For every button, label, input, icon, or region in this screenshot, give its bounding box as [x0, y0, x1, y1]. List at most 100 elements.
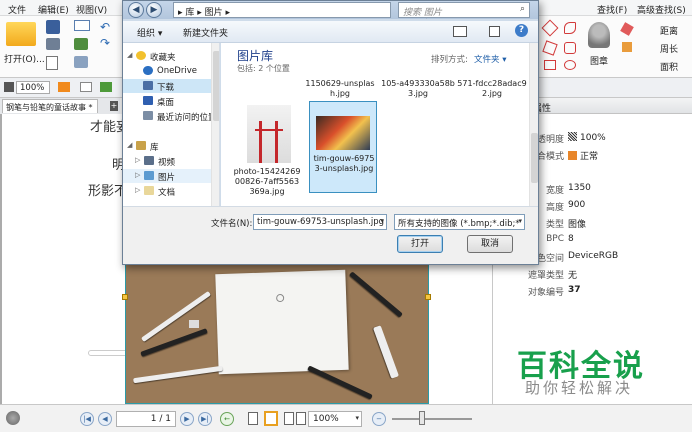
prop-value-colorspace: DeviceRGB — [568, 251, 619, 261]
help-icon[interactable]: ? — [515, 24, 528, 37]
nav-documents[interactable]: ▷ 文档 — [123, 184, 219, 198]
nav-videos[interactable]: ▷ 视频 — [123, 154, 219, 168]
next-page-icon[interactable]: ▶ — [180, 412, 194, 426]
advanced-find-label[interactable]: 高级查找(S) — [637, 3, 686, 16]
settings-gear-icon[interactable] — [6, 411, 20, 425]
zoom-value: 100% — [313, 414, 339, 424]
nav-desktop[interactable]: 桌面 — [123, 94, 219, 108]
zoom-select[interactable]: 100% ▾ — [308, 411, 362, 427]
file-item-photo[interactable]: photo-1542426900826-7aff5563369a.jpg — [233, 101, 301, 201]
highlight-icon[interactable] — [622, 42, 632, 52]
color-swatch-icon[interactable] — [4, 82, 14, 92]
resize-handle-right[interactable] — [425, 294, 431, 300]
document-tab[interactable]: 钢笔与铅笔的童话故事 * — [2, 99, 98, 113]
recent-places-icon — [143, 111, 153, 120]
back-nav-icon[interactable]: ◀ — [128, 2, 144, 18]
frame-icon[interactable] — [80, 82, 92, 92]
prop-row-objnum[interactable]: 对象编号 37 — [492, 282, 692, 299]
menu-file[interactable]: 文件 — [8, 3, 26, 16]
nav-pictures[interactable]: ▷ 图片 — [123, 169, 219, 183]
nav-label: 收藏夹 — [150, 53, 176, 63]
undo-icon[interactable]: ↶ — [100, 20, 110, 34]
content-scrollbar[interactable] — [529, 43, 538, 206]
address-bar[interactable]: ▸ 库 ▸ 图片 ▸ ↻ — [173, 2, 438, 19]
fill-color-icon[interactable] — [58, 82, 70, 92]
download-icon — [143, 81, 153, 90]
search-input[interactable]: 搜索 图片 ⌕ — [398, 2, 530, 18]
open-button[interactable]: 打开 — [397, 235, 443, 253]
eraser-icon[interactable] — [620, 22, 634, 36]
area-label[interactable]: 面积 — [660, 60, 678, 73]
redo-icon[interactable]: ↷ — [100, 36, 110, 50]
file-item-top-2[interactable]: 105-a493330a58b3.jpg — [381, 79, 455, 99]
prev-page-icon[interactable]: ◀ — [98, 412, 112, 426]
document-icon[interactable] — [46, 56, 58, 70]
zoom-out-icon[interactable]: − — [372, 412, 386, 426]
navigation-pane: ◢ 收藏夹 OneDrive 下载 桌面 最近访问的位置 ◢ 库 ▷ 视频 ▷ … — [123, 43, 220, 206]
last-page-icon[interactable]: ▶| — [198, 412, 212, 426]
file-item-top-1[interactable]: 1150629-unsplash.jpg — [303, 79, 377, 99]
filetype-dropdown-icon: ▾ — [518, 217, 522, 225]
nav-label: 下载 — [157, 83, 175, 93]
prop-label-type: 类型 — [545, 220, 564, 230]
open-button-label[interactable]: 打开(O)... — [4, 52, 45, 65]
nav-libraries[interactable]: ◢ 库 — [123, 139, 219, 153]
filename-dropdown-icon[interactable]: ▾ — [380, 217, 384, 225]
library-subtitle[interactable]: 包括: 2 个位置 — [237, 63, 290, 74]
new-folder-button[interactable]: 新建文件夹 — [183, 26, 228, 39]
print-icon[interactable] — [46, 38, 60, 50]
single-page-icon[interactable] — [248, 412, 258, 425]
nav-recent[interactable]: 最近访问的位置 — [123, 109, 219, 123]
resize-handle-left[interactable] — [122, 294, 128, 300]
stamp-icon[interactable] — [588, 22, 610, 48]
nav-onedrive[interactable]: OneDrive — [123, 64, 219, 78]
nav-scrollbar[interactable] — [211, 43, 219, 206]
prop-label-objnum: 对象编号 — [527, 288, 564, 298]
find-label[interactable]: 查找(F) — [597, 3, 627, 16]
facing-page-icon[interactable] — [284, 412, 294, 425]
picture-icon[interactable] — [100, 82, 112, 92]
perimeter-label[interactable]: 周长 — [660, 42, 678, 55]
menu-edit[interactable]: 编辑(E) — [38, 3, 69, 16]
save-icon[interactable] — [46, 20, 60, 34]
content-scroll-thumb[interactable] — [531, 133, 538, 183]
page-number-input[interactable]: 1 / 1 — [116, 411, 176, 427]
export-icon[interactable] — [74, 56, 88, 68]
new-tab-icon[interactable]: + — [110, 101, 118, 111]
view-mode-icon[interactable] — [453, 26, 467, 37]
prop-row-mask[interactable]: 遮罩类型 无 — [492, 265, 692, 282]
mail-icon[interactable] — [74, 20, 90, 31]
image-selection-box[interactable] — [122, 262, 431, 404]
cancel-button[interactable]: 取消 — [467, 235, 513, 253]
continuous-page-icon[interactable] — [264, 411, 278, 426]
stamp-label[interactable]: 图章 — [590, 54, 608, 67]
zoom-input-top[interactable]: 100% — [16, 81, 50, 94]
filename-value: tim-gouw-69753-unsplash.jpg — [257, 217, 384, 227]
file-item-selected[interactable]: tim-gouw-69753-unsplash.jpg — [309, 101, 377, 193]
star-icon — [136, 51, 146, 60]
organize-button[interactable]: 组织 ▾ — [137, 26, 162, 39]
nav-downloads[interactable]: 下载 — [123, 79, 219, 93]
menu-view[interactable]: 视图(V) — [76, 3, 107, 16]
zoom-slider-track[interactable] — [392, 418, 472, 420]
prop-label-height: 高度 — [545, 203, 564, 213]
filetype-select[interactable]: 所有支持的图像 (*.bmp;*.dib;* ▾ — [394, 214, 525, 230]
distance-label[interactable]: 距离 — [660, 24, 678, 37]
open-folder-icon[interactable] — [6, 22, 36, 46]
checker-icon — [568, 132, 577, 141]
preview-pane-icon[interactable] — [489, 26, 500, 37]
prop-value-width: 1350 — [568, 183, 591, 193]
sort-dropdown[interactable]: 文件夹 ▾ — [474, 53, 506, 65]
documents-icon — [144, 186, 154, 195]
nav-favorites[interactable]: ◢ 收藏夹 — [123, 49, 219, 63]
image-icon[interactable] — [74, 38, 88, 50]
back-icon[interactable]: ← — [220, 412, 234, 426]
file-item-top-3[interactable]: 571-fdcc28adac92.jpg — [457, 79, 527, 99]
nav-scroll-thumb[interactable] — [213, 51, 219, 121]
facing-continuous-icon[interactable] — [296, 412, 306, 425]
forward-nav-icon[interactable]: ▶ — [146, 2, 162, 18]
zoom-slider-thumb[interactable] — [419, 411, 425, 425]
first-page-icon[interactable]: |◀ — [80, 412, 94, 426]
filename-input[interactable]: tim-gouw-69753-unsplash.jpg ▾ — [253, 214, 387, 230]
open-file-dialog: ◀ ▶ ▸ 库 ▸ 图片 ▸ ↻ 搜索 图片 ⌕ 组织 ▾ 新建文件夹 ? ◢ 收… — [122, 0, 539, 265]
